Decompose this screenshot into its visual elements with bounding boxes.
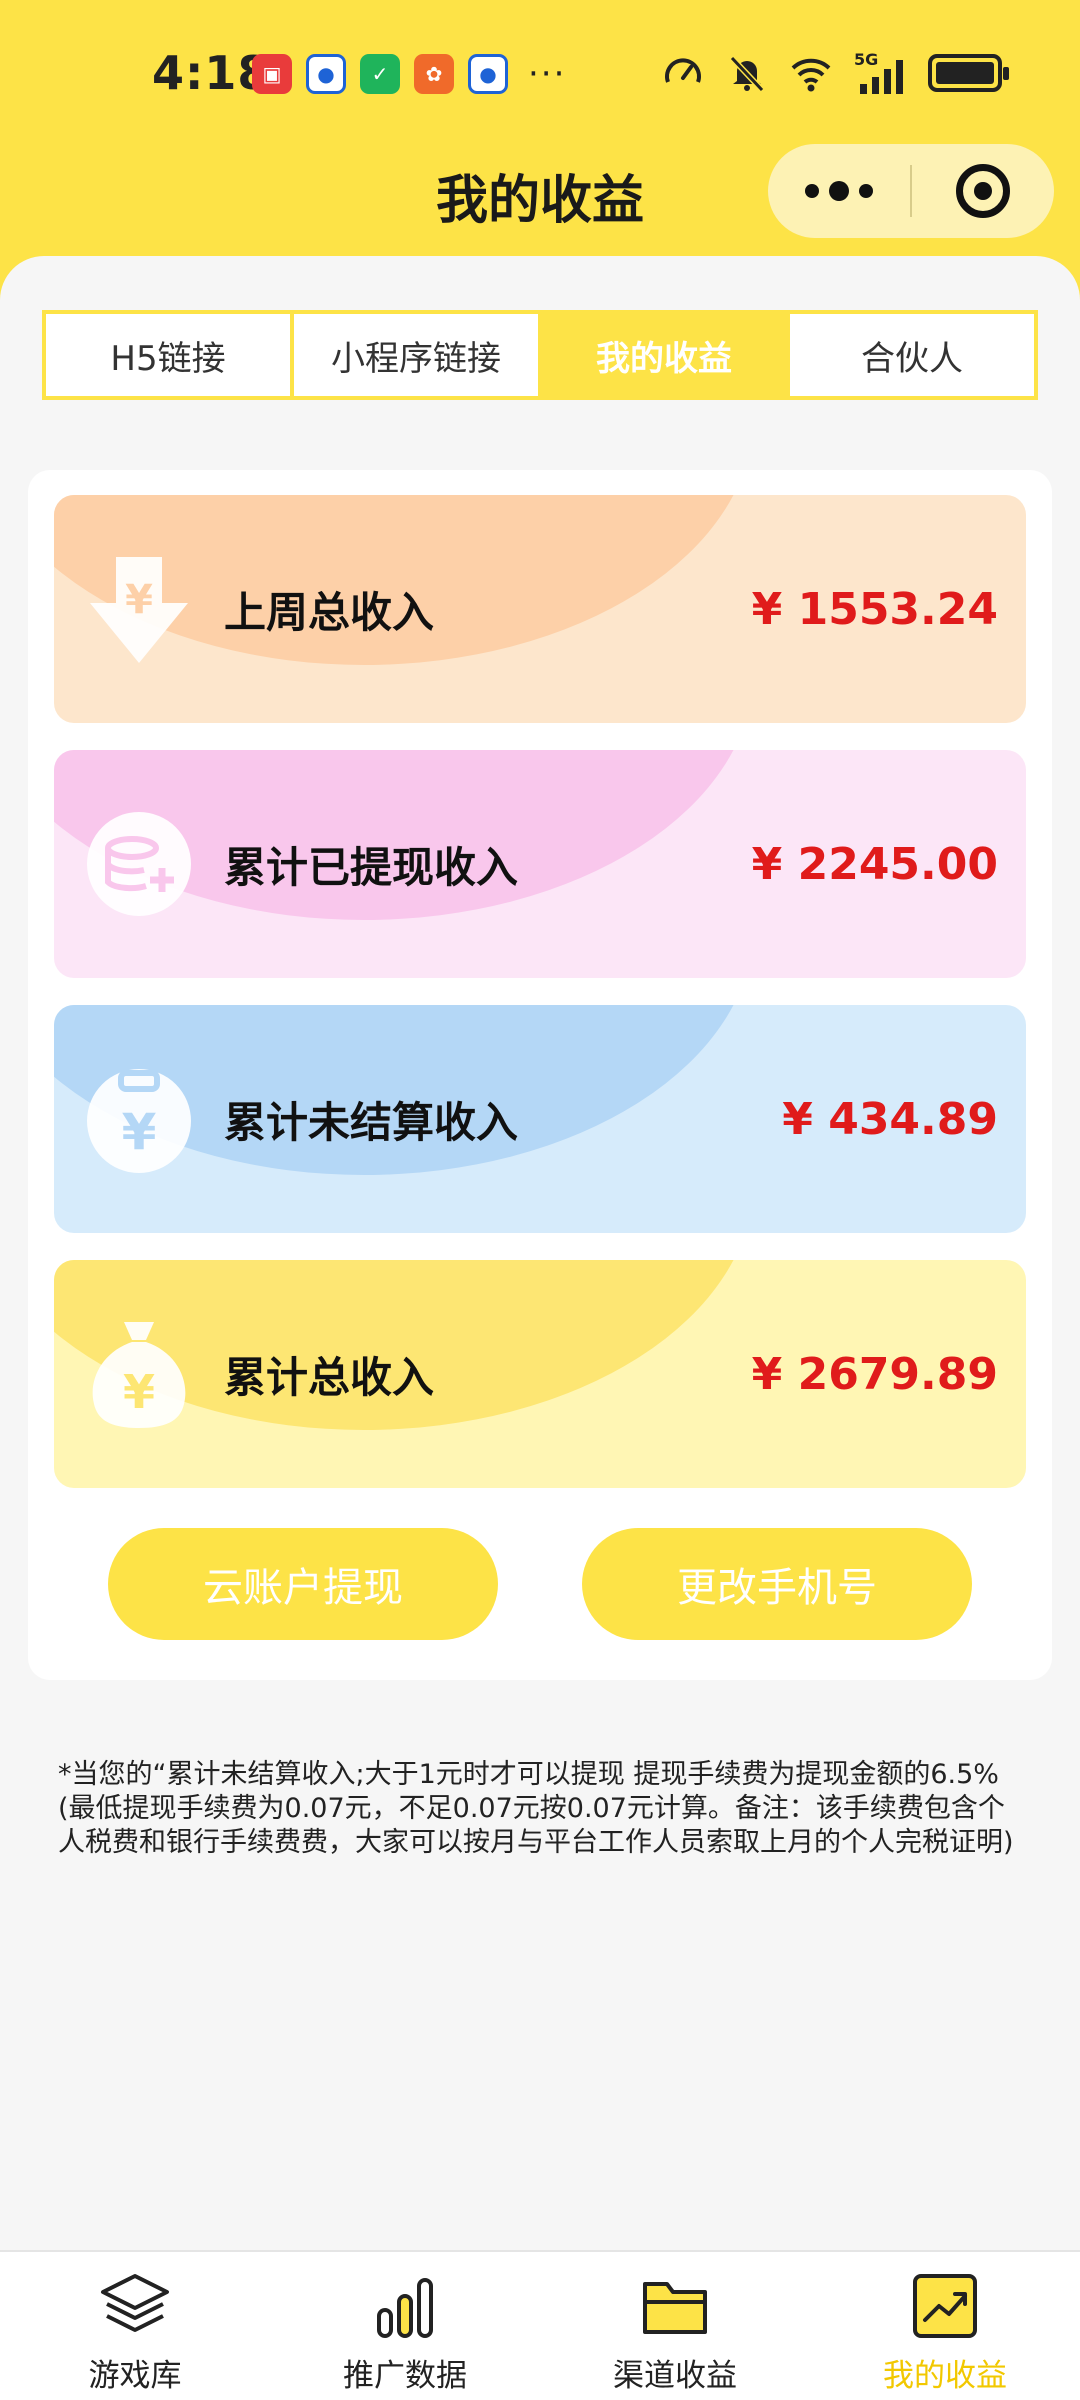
tab-partner[interactable]: 合伙人 [790, 314, 1034, 396]
orange-app-icon: ✿ [414, 54, 454, 94]
system-status-icons: 5G [662, 50, 1009, 94]
more-notifications-icon: ··· [528, 54, 567, 94]
target-close-icon [956, 164, 1010, 218]
close-miniprogram-button[interactable] [912, 144, 1054, 238]
nav-item-game-library[interactable]: 游戏库 [0, 2252, 270, 2400]
wifi-icon [791, 58, 831, 92]
speedometer-icon [665, 58, 701, 83]
status-bar: 4:18 ▣ ● ✓ ✿ ● ··· 5G [0, 40, 1080, 110]
huawei-app-icon: ▣ [252, 54, 292, 94]
withdraw-notice: *当您的“累计未结算收入;大于1元时才可以提现 提现手续费为提现金额的6.5%(… [58, 1759, 1014, 1858]
card-label: 上周总收入 [224, 587, 435, 637]
svg-text:¥: ¥ [122, 1103, 157, 1161]
folder-icon [643, 2282, 707, 2334]
tab-miniprogram-link[interactable]: 小程序链接 [294, 314, 542, 396]
layers-icon [101, 2274, 169, 2332]
tab-my-earnings[interactable]: 我的收益 [542, 314, 790, 396]
notification-icons: ▣ ● ✓ ✿ ● ··· [252, 54, 566, 94]
income-card-withdrawn: 累计已提现收入 ¥ 2245.00 [54, 750, 1026, 978]
card-label: 累计已提现收入 [224, 842, 519, 892]
nav-label: 我的收益 [883, 2358, 1007, 2394]
income-card-last-week: ¥ 上周总收入 ¥ 1553.24 [54, 495, 1026, 723]
nav-item-my-earnings[interactable]: 我的收益 [810, 2252, 1080, 2400]
dot-icon [805, 184, 819, 198]
svg-text:¥: ¥ [123, 1365, 155, 1419]
miniprogram-capsule [768, 144, 1054, 238]
signal-bars-icon [860, 60, 903, 94]
more-menu-button[interactable] [768, 144, 910, 238]
tab-h5-link[interactable]: H5链接 [46, 314, 294, 396]
income-card-unsettled: ¥ 累计未结算收入 ¥ 434.89 [54, 1005, 1026, 1233]
income-card-total: ¥ 累计总收入 ¥ 2679.89 [54, 1260, 1026, 1488]
green-shield-app-icon: ✓ [360, 54, 400, 94]
blue-app-icon-2: ● [468, 54, 508, 94]
yen-down-arrow-icon: ¥ [84, 551, 194, 667]
trend-up-icon [913, 2274, 977, 2338]
change-phone-button[interactable]: 更改手机号 [582, 1528, 972, 1640]
battery-icon [928, 54, 1009, 92]
card-value: ¥ 434.89 [782, 1093, 998, 1145]
nav-item-promo-data[interactable]: 推广数据 [270, 2252, 540, 2400]
card-label: 累计未结算收入 [224, 1097, 519, 1147]
nav-label: 渠道收益 [613, 2358, 737, 2394]
nav-label: 推广数据 [343, 2358, 467, 2394]
card-value: ¥ 2245.00 [751, 838, 998, 890]
card-value: ¥ 1553.24 [751, 583, 998, 635]
coin-stack-icon [84, 806, 194, 922]
bottom-tab-bar: 游戏库 推广数据 渠道收益 我的收益 [0, 2250, 1080, 2400]
card-value: ¥ 2679.89 [751, 1348, 998, 1400]
signal-5g: 5G [854, 50, 906, 94]
blue-app-icon: ● [306, 54, 346, 94]
dot-icon [859, 184, 873, 198]
mute-bell-icon [729, 55, 765, 93]
cloud-account-withdraw-button[interactable]: 云账户提现 [108, 1528, 498, 1640]
yen-clipboard-icon: ¥ [84, 1061, 194, 1177]
dot-icon [829, 181, 849, 201]
nav-item-channel-earnings[interactable]: 渠道收益 [540, 2252, 810, 2400]
svg-text:¥: ¥ [125, 577, 153, 623]
card-label: 累计总收入 [224, 1352, 435, 1402]
tab-bar: H5链接 小程序链接 我的收益 合伙人 [42, 310, 1038, 400]
nav-label: 游戏库 [88, 2358, 182, 2394]
money-bag-icon: ¥ [84, 1316, 194, 1432]
bar-chart-icon [377, 2278, 433, 2338]
